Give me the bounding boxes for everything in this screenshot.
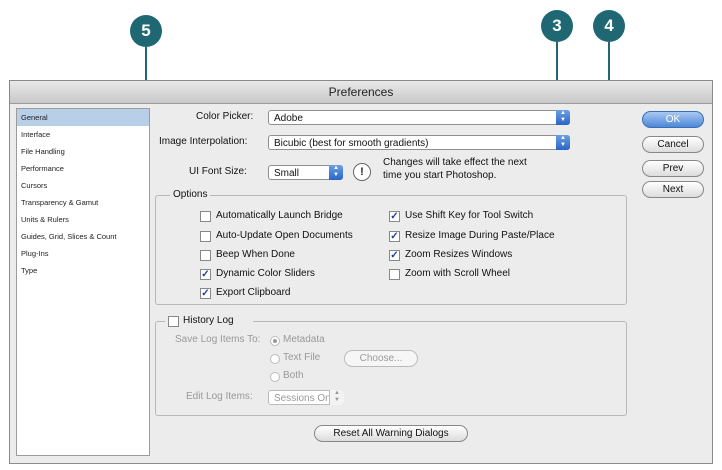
popup-arrows-icon: ▲ ▼ bbox=[329, 390, 344, 405]
checkbox-export-clipboard-label: Export Clipboard bbox=[216, 287, 291, 298]
window-title: Preferences bbox=[10, 81, 712, 104]
checkbox-zoom-scroll[interactable] bbox=[389, 269, 400, 280]
checkbox-shift-key-label: Use Shift Key for Tool Switch bbox=[405, 210, 534, 221]
radio-text-file-label: Text File bbox=[283, 352, 321, 363]
callout-5: 5 bbox=[130, 15, 162, 47]
checkbox-resize-paste-label: Resize Image During Paste/Place bbox=[405, 230, 555, 241]
checkbox-beep-label: Beep When Done bbox=[216, 249, 295, 260]
color-picker-value: Adobe bbox=[274, 113, 303, 124]
color-picker-select[interactable]: Adobe ▲ ▼ bbox=[268, 110, 570, 125]
sidebar: General Interface File Handling Performa… bbox=[16, 108, 150, 456]
radio-both[interactable] bbox=[270, 372, 280, 382]
checkbox-resize-paste[interactable]: ✓ bbox=[389, 231, 400, 242]
font-note-line2: time you start Photoshop. bbox=[383, 170, 497, 181]
checkbox-beep[interactable] bbox=[200, 250, 211, 261]
checkbox-export-clipboard[interactable]: ✓ bbox=[200, 288, 211, 299]
checkbox-zoom-resizes[interactable]: ✓ bbox=[389, 250, 400, 261]
color-picker-label: Color Picker: bbox=[196, 111, 254, 122]
edit-log-select[interactable]: Sessions Only ▲ ▼ bbox=[268, 390, 344, 405]
options-title: Options bbox=[170, 189, 211, 200]
save-log-label: Save Log Items To: bbox=[175, 334, 261, 345]
checkbox-launch-bridge-label: Automatically Launch Bridge bbox=[216, 210, 343, 221]
interpolation-select[interactable]: Bicubic (best for smooth gradients) ▲ ▼ bbox=[268, 135, 570, 150]
sidebar-item-file-handling[interactable]: File Handling bbox=[17, 143, 149, 160]
sidebar-item-type[interactable]: Type bbox=[17, 262, 149, 279]
warning-icon: ! bbox=[353, 163, 371, 181]
font-size-label: UI Font Size: bbox=[189, 166, 247, 177]
checkbox-auto-update[interactable] bbox=[200, 231, 211, 242]
edit-log-label: Edit Log Items: bbox=[186, 391, 253, 402]
checkbox-shift-key[interactable]: ✓ bbox=[389, 211, 400, 222]
checkbox-dynamic-sliders[interactable]: ✓ bbox=[200, 269, 211, 280]
prev-button[interactable]: Prev bbox=[642, 160, 704, 177]
interpolation-label: Image Interpolation: bbox=[159, 136, 248, 147]
checkbox-dynamic-sliders-label: Dynamic Color Sliders bbox=[216, 268, 315, 279]
callout-3: 3 bbox=[541, 10, 573, 42]
preferences-window: Preferences General Interface File Handl… bbox=[9, 80, 713, 464]
callout-4: 4 bbox=[593, 10, 625, 42]
history-title: History Log bbox=[183, 315, 234, 326]
sidebar-item-transparency[interactable]: Transparency & Gamut bbox=[17, 194, 149, 211]
popup-arrows-icon: ▲ ▼ bbox=[329, 165, 343, 180]
popup-arrows-icon: ▲ ▼ bbox=[556, 135, 570, 150]
popup-arrows-icon: ▲ ▼ bbox=[556, 110, 570, 125]
ok-button[interactable]: OK bbox=[642, 111, 704, 128]
radio-metadata-label: Metadata bbox=[283, 334, 325, 345]
sidebar-item-general[interactable]: General bbox=[17, 109, 149, 126]
radio-both-label: Both bbox=[283, 370, 304, 381]
sidebar-item-cursors[interactable]: Cursors bbox=[17, 177, 149, 194]
next-button[interactable]: Next bbox=[642, 181, 704, 198]
font-size-select[interactable]: Small ▲ ▼ bbox=[268, 165, 343, 180]
checkbox-launch-bridge[interactable] bbox=[200, 211, 211, 222]
choose-button[interactable]: Choose... bbox=[344, 350, 418, 367]
sidebar-item-interface[interactable]: Interface bbox=[17, 126, 149, 143]
font-note-line1: Changes will take effect the next bbox=[383, 157, 527, 168]
font-size-value: Small bbox=[274, 168, 300, 179]
radio-text-file[interactable] bbox=[270, 354, 280, 364]
sidebar-item-performance[interactable]: Performance bbox=[17, 160, 149, 177]
sidebar-item-guides[interactable]: Guides, Grid, Slices & Count bbox=[17, 228, 149, 245]
checkbox-zoom-resizes-label: Zoom Resizes Windows bbox=[405, 249, 513, 260]
checkbox-zoom-scroll-label: Zoom with Scroll Wheel bbox=[405, 268, 511, 279]
reset-warnings-button[interactable]: Reset All Warning Dialogs bbox=[314, 425, 468, 442]
checkbox-history-log[interactable] bbox=[168, 316, 179, 327]
radio-metadata[interactable] bbox=[270, 336, 280, 346]
sidebar-item-units[interactable]: Units & Rulers bbox=[17, 211, 149, 228]
cancel-button[interactable]: Cancel bbox=[642, 136, 704, 153]
checkbox-auto-update-label: Auto-Update Open Documents bbox=[216, 230, 353, 241]
history-title-wrap: History Log bbox=[165, 315, 253, 329]
interpolation-value: Bicubic (best for smooth gradients) bbox=[274, 138, 429, 149]
sidebar-item-plugins[interactable]: Plug-Ins bbox=[17, 245, 149, 262]
